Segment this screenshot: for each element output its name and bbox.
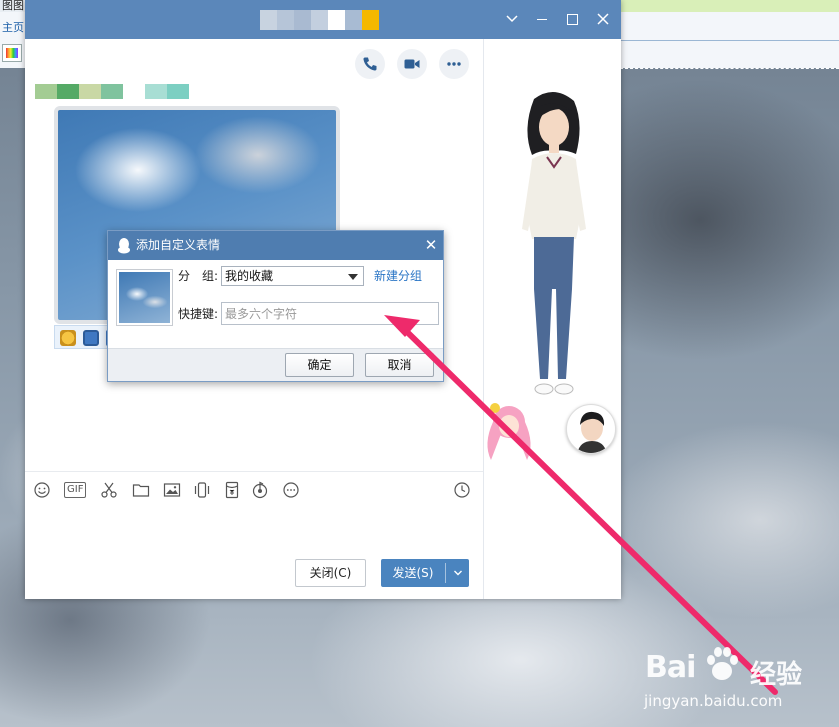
video-call-button[interactable] bbox=[397, 49, 427, 79]
close-chat-button[interactable]: 关闭(C) bbox=[295, 559, 366, 587]
redaction-block bbox=[101, 84, 123, 99]
image-icon[interactable] bbox=[163, 481, 181, 499]
group-label: 分 组: bbox=[178, 269, 219, 283]
qq-penguin-icon bbox=[118, 238, 130, 254]
gif-icon[interactable]: GIF bbox=[64, 482, 87, 498]
video-icon bbox=[404, 59, 420, 69]
show-avatar-figure bbox=[522, 91, 586, 395]
redaction-block bbox=[311, 10, 328, 30]
send-button-label[interactable]: 发送(S) bbox=[381, 559, 445, 587]
new-group-link[interactable]: 新建分组 bbox=[374, 267, 422, 285]
contact-avatar-image bbox=[577, 411, 607, 453]
more-circle-icon[interactable] bbox=[282, 481, 300, 499]
watermark-brand-suffix: 经验 bbox=[750, 660, 803, 690]
save-floppy-icon[interactable] bbox=[83, 330, 99, 346]
redaction-block bbox=[79, 84, 101, 99]
more-icon bbox=[447, 62, 461, 66]
group-select[interactable]: 我的收藏 bbox=[221, 266, 364, 286]
redaction-block bbox=[260, 10, 277, 30]
input-toolbar: GIF bbox=[25, 471, 483, 507]
redaction-block bbox=[145, 84, 167, 99]
chevron-down-icon[interactable] bbox=[501, 8, 523, 30]
anime-sticker-icon bbox=[487, 403, 531, 460]
add-custom-emoji-dialog: 添加自定义表情 ✕ 分 组: 我的收藏 新建分组 快捷键: 确定 取消 bbox=[107, 230, 444, 382]
background-divider bbox=[620, 40, 839, 41]
background-green-bar bbox=[620, 0, 839, 12]
redaction-block bbox=[167, 84, 189, 99]
shortcut-input[interactable] bbox=[221, 302, 439, 325]
shake-icon[interactable] bbox=[193, 481, 211, 499]
redaction-block bbox=[35, 84, 57, 99]
baidu-jingyan-watermark: Bai 经验 jingyan.baidu.com bbox=[640, 626, 830, 716]
redaction-block bbox=[277, 10, 294, 30]
red-packet-icon[interactable] bbox=[223, 481, 241, 499]
watermark-url: jingyan.baidu.com bbox=[644, 692, 783, 710]
redaction-block bbox=[294, 10, 311, 30]
add-emoji-icon[interactable] bbox=[60, 330, 76, 346]
background-dashed-border bbox=[620, 68, 839, 69]
close-window-button[interactable] bbox=[592, 8, 614, 30]
scissors-icon[interactable] bbox=[100, 481, 118, 499]
side-panel bbox=[483, 39, 621, 599]
cancel-button[interactable]: 取消 bbox=[365, 353, 434, 377]
redaction-block bbox=[57, 84, 79, 99]
redaction-block bbox=[362, 10, 379, 30]
chevron-down-icon[interactable] bbox=[447, 559, 469, 587]
contact-avatar[interactable] bbox=[566, 404, 616, 454]
dialog-close-button[interactable]: ✕ bbox=[422, 236, 440, 254]
redaction-block bbox=[345, 10, 362, 30]
send-button[interactable]: 发送(S) bbox=[381, 559, 469, 587]
dialog-header[interactable]: 添加自定义表情 ✕ bbox=[108, 231, 443, 260]
minimize-button[interactable] bbox=[531, 8, 553, 30]
watermark-brand: Bai bbox=[645, 650, 696, 685]
redaction-block bbox=[123, 84, 145, 99]
shortcut-label: 快捷键: bbox=[178, 307, 219, 321]
music-icon[interactable] bbox=[251, 481, 269, 499]
emoji-preview-thumbnail bbox=[116, 269, 173, 326]
redaction-block bbox=[328, 10, 345, 30]
dialog-footer: 确定 取消 bbox=[108, 348, 443, 381]
emoji-icon[interactable] bbox=[33, 481, 51, 499]
background-menu-text: 图图 bbox=[2, 0, 24, 12]
maximize-button[interactable] bbox=[561, 8, 583, 30]
group-select-value: 我的收藏 bbox=[225, 269, 274, 283]
sender-name-redacted bbox=[35, 84, 189, 99]
send-button-divider bbox=[445, 563, 446, 583]
dropdown-arrow-icon[interactable] bbox=[348, 274, 358, 280]
chat-header[interactable] bbox=[25, 0, 621, 39]
more-actions-button[interactable] bbox=[439, 49, 469, 79]
background-nav-home[interactable]: 主页 bbox=[0, 18, 24, 38]
chat-title-redacted bbox=[260, 10, 390, 32]
palette-tool-icon[interactable] bbox=[2, 44, 22, 62]
phone-call-button[interactable] bbox=[355, 49, 385, 79]
confirm-button[interactable]: 确定 bbox=[285, 353, 354, 377]
history-clock-icon[interactable] bbox=[453, 481, 471, 499]
dialog-title: 添加自定义表情 bbox=[136, 238, 221, 252]
paw-icon bbox=[707, 647, 738, 680]
folder-icon[interactable] bbox=[132, 481, 150, 499]
phone-icon bbox=[363, 57, 377, 71]
